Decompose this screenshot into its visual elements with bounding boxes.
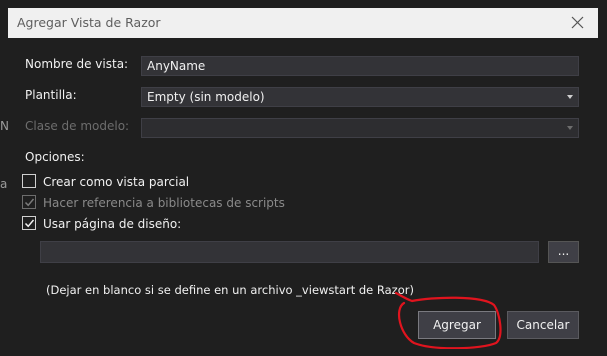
dialog-body: Nombre de vista: AnyName Plantilla: Empt…	[8, 38, 598, 346]
layout-path-input[interactable]	[40, 241, 539, 263]
checkmark-icon	[24, 198, 35, 207]
options-heading: Opciones:	[25, 150, 85, 164]
model-class-dropdown[interactable]	[141, 118, 579, 138]
dialog-title: Agregar Vista de Razor	[17, 15, 161, 30]
close-button[interactable]	[568, 13, 588, 33]
view-name-input[interactable]: AnyName	[141, 56, 579, 76]
template-selected-value: Empty (sin modelo)	[147, 90, 265, 104]
layout-page-checkbox[interactable]	[22, 216, 36, 230]
view-name-label: Nombre de vista:	[25, 57, 129, 71]
close-icon	[571, 16, 584, 29]
add-razor-view-dialog: Agregar Vista de Razor Nombre de vista: …	[8, 8, 598, 346]
chevron-down-icon	[567, 95, 573, 99]
dialog-titlebar: Agregar Vista de Razor	[8, 8, 598, 38]
chevron-down-icon	[567, 126, 573, 130]
checkmark-icon	[24, 219, 35, 228]
browse-button[interactable]: ...	[548, 241, 579, 263]
template-label: Plantilla:	[25, 88, 77, 102]
add-button[interactable]: Agregar	[418, 311, 496, 339]
cancel-button[interactable]: Cancelar	[507, 311, 579, 339]
layout-page-label[interactable]: Usar página de diseño:	[43, 217, 181, 231]
script-libraries-label: Hacer referencia a bibliotecas de script…	[43, 196, 285, 210]
template-dropdown[interactable]: Empty (sin modelo)	[141, 87, 579, 107]
script-libraries-checkbox[interactable]	[22, 195, 36, 209]
model-class-label: Clase de modelo:	[25, 119, 130, 133]
partial-view-checkbox[interactable]	[22, 174, 36, 188]
layout-hint-text: (Dejar en blanco si se define en un arch…	[46, 283, 414, 297]
partial-view-label[interactable]: Crear como vista parcial	[43, 175, 189, 189]
